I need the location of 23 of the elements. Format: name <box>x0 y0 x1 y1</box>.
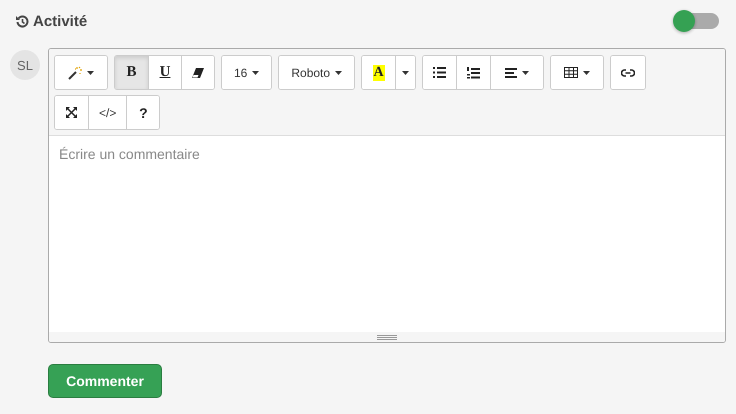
avatar: SL <box>10 50 40 80</box>
comment-field[interactable]: Écrire un commentaire <box>49 136 725 332</box>
eraser-icon <box>192 68 204 78</box>
dropdown-button[interactable]: Roboto <box>279 56 354 89</box>
bulleted-list-icon <box>433 67 446 78</box>
highlight-icon: A <box>372 64 385 80</box>
table-icon <box>564 67 578 78</box>
caret-icon <box>402 70 410 74</box>
toolbar-button[interactable]: B <box>115 56 148 89</box>
toolbar-button[interactable] <box>181 56 214 89</box>
toolbar-button[interactable]: ? <box>126 96 160 129</box>
magic-wand-icon <box>68 66 82 80</box>
toggle-switch[interactable] <box>673 10 719 32</box>
align-icon <box>505 68 518 78</box>
dropdown-button[interactable]: 16 <box>222 56 272 89</box>
dropdown-button[interactable] <box>395 56 416 89</box>
fullscreen-icon <box>66 107 77 118</box>
history-icon <box>16 14 29 28</box>
numbered-list-icon <box>467 66 480 78</box>
toolbar-button[interactable] <box>490 56 544 89</box>
link-icon <box>621 68 636 76</box>
resize-handle-icon[interactable] <box>377 334 397 340</box>
activity-heading: Activité <box>16 12 88 30</box>
